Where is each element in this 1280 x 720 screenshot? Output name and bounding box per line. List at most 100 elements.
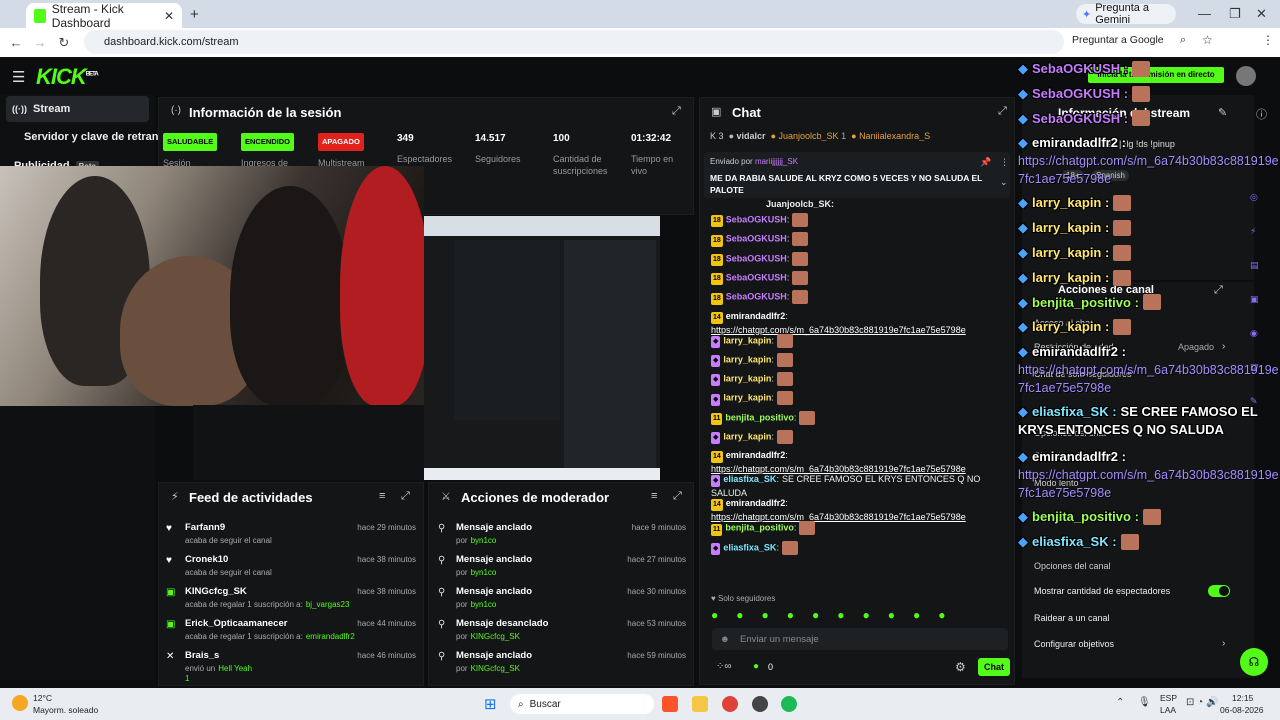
chat-message[interactable]: 14 emirandadlfr2: https://chatgpt.com/s/m_…	[711, 310, 1011, 336]
filter-icon[interactable]: ≡	[379, 490, 385, 502]
sidebar-item-server-key[interactable]: Servidor y clave de retransmi	[24, 131, 177, 143]
list-item[interactable]: ⚲ Mensaje anclado hace 59 minutos por KINGcf…	[434, 649, 688, 679]
expand-icon[interactable]: ⤢	[673, 490, 682, 503]
chat-message[interactable]: 18 SebaOGKUSH:	[711, 290, 1011, 305]
emote-bar[interactable]: ●●●●●●●●●●	[711, 608, 963, 622]
list-item-user[interactable]: Brais_s	[185, 650, 219, 661]
chat-username[interactable]: SebaOGKUSH	[726, 272, 787, 282]
chat-username[interactable]: emirandadlfr2	[726, 450, 786, 460]
chat-message[interactable]: 18 SebaOGKUSH:	[711, 270, 1011, 286]
kick-logo[interactable]: KICKBETA	[36, 64, 99, 90]
list-item[interactable]: ✕ Brais_s hace 46 minutos envió un Hell Yeah…	[164, 649, 418, 683]
more-icon[interactable]: ⋮	[1000, 157, 1009, 168]
chat-username[interactable]: benjita_positivo	[725, 523, 794, 533]
reload-icon[interactable]: ↻	[52, 35, 76, 51]
list-item-target[interactable]: bj_vargas23	[306, 600, 350, 609]
minimize-icon[interactable]: —	[1198, 6, 1211, 21]
chat-message[interactable]: 11 benjita_positivo:	[711, 521, 1011, 536]
mod-action-mod[interactable]: byn1co	[471, 600, 497, 609]
spotify-icon[interactable]	[781, 696, 797, 712]
chat-username[interactable]: SebaOGKUSH	[726, 214, 787, 224]
brave-icon[interactable]	[662, 696, 678, 712]
chat-message[interactable]: 14 emirandadlfr2: https://chatgpt.com/s/m_…	[711, 497, 1011, 523]
chat-username[interactable]: emirandadlfr2	[726, 311, 786, 321]
forward-icon[interactable]: →	[28, 35, 52, 50]
chat-message[interactable]: 14 emirandadlfr2: https://chatgpt.com/s/m_…	[711, 449, 1011, 475]
chat-username[interactable]: larry_kapin	[723, 431, 771, 441]
mod-action-mod[interactable]: KINGcfcg_SK	[471, 664, 520, 673]
tray-up-icon[interactable]: ⌃	[1116, 697, 1124, 708]
chevron-down-icon[interactable]: ⌄	[1000, 177, 1008, 188]
chat-username[interactable]: larry_kapin	[723, 393, 771, 403]
list-item-target[interactable]: emirandadlfr2	[306, 632, 355, 641]
chat-message[interactable]: 11 benjita_positivo:	[711, 410, 1011, 426]
taskbar-search[interactable]: ⌕ Buscar	[510, 694, 654, 714]
chat-username[interactable]: SebaOGKUSH	[726, 292, 787, 302]
chat-message[interactable]: ◆ eliasfixa_SK:	[711, 540, 1011, 555]
chat-username[interactable]: eliasfixa_SK	[723, 542, 776, 552]
close-tab-icon[interactable]: ✕	[164, 9, 174, 23]
chat-username[interactable]: eliasfixa_SK	[723, 474, 776, 484]
chat-input[interactable]: ☻ Enviar un mensaje	[712, 628, 1008, 650]
chat-username[interactable]: emirandadlfr2	[726, 498, 786, 508]
windows-start-icon[interactable]: ⊞	[484, 695, 497, 713]
chat-message[interactable]: 18 SebaOGKUSH:	[711, 213, 1011, 228]
top-user[interactable]: Juanjoolcb_SK	[779, 131, 839, 141]
chat-message[interactable]: ◆ eliasfixa_SK: SE CREE FAMOSO EL KRYS ENT…	[711, 473, 1011, 499]
chat-username[interactable]: SebaOGKUSH	[726, 234, 787, 244]
filter-icon[interactable]: ≡	[651, 490, 657, 502]
chat-username[interactable]: larry_kapin	[723, 373, 771, 383]
chat-message[interactable]: ◆ larry_kapin:	[711, 352, 1011, 368]
list-item-user[interactable]: Farfann9	[185, 522, 225, 533]
chat-message[interactable]: ◆ larry_kapin:	[711, 430, 1011, 445]
menu-dots-icon[interactable]: ⋮	[1262, 33, 1274, 47]
chevron-right-icon[interactable]: ›	[1222, 638, 1225, 649]
list-item[interactable]: ▣ KINGcfcg_SK hace 38 minutos acaba de rega…	[164, 585, 418, 615]
chat-tools-icon[interactable]: ⁘∞	[716, 661, 732, 672]
mod-action-mod[interactable]: byn1co	[471, 568, 497, 577]
raid-button[interactable]: Raidear a un canal	[1034, 613, 1110, 623]
folder-icon[interactable]	[692, 696, 708, 712]
gear-icon[interactable]: ⚙	[955, 660, 966, 674]
mod-action-mod[interactable]: KINGcfcg_SK	[471, 632, 520, 641]
back-icon[interactable]: ←	[4, 35, 28, 50]
expand-icon[interactable]: ⤢	[401, 490, 410, 503]
expand-icon[interactable]: ⤢	[998, 105, 1007, 118]
maximize-icon[interactable]: ❐	[1229, 6, 1241, 22]
list-item[interactable]: ♥ Cronek10 hace 38 minutos acaba de seguir …	[164, 553, 418, 583]
list-item[interactable]: ⚲ Mensaje anclado hace 9 minutos por byn1co	[434, 521, 688, 551]
chat-username[interactable]: larry_kapin	[723, 354, 771, 364]
mic-icon[interactable]: 🎙	[1138, 697, 1151, 708]
chat-username[interactable]: larry_kapin	[723, 335, 771, 345]
gemini-button[interactable]: ✦ Pregunta a Gemini	[1076, 2, 1176, 26]
list-item-user[interactable]: Cronek10	[185, 554, 228, 565]
chat-message[interactable]: ◆ larry_kapin:	[711, 333, 1011, 348]
support-headset-icon[interactable]: ☊	[1240, 648, 1268, 676]
ask-google-button[interactable]: Preguntar a Google	[1072, 34, 1164, 46]
list-item[interactable]: ⚲ Mensaje anclado hace 30 minutos por byn1co	[434, 585, 688, 615]
sidebar-item-stream[interactable]: ((·)) Stream	[6, 96, 149, 122]
list-item[interactable]: ▣ Erick_Opticaamanecer hace 44 minutos acab…	[164, 617, 418, 647]
show-viewers-toggle[interactable]	[1208, 585, 1230, 597]
list-item[interactable]: ♥ Farfann9 hace 29 minutos acaba de seguir …	[164, 521, 418, 551]
chat-username[interactable]: benjita_positivo	[725, 412, 794, 422]
send-chat-button[interactable]: Chat	[978, 658, 1010, 676]
top-user[interactable]: Naniialexandra_S	[859, 131, 930, 141]
pin-icon[interactable]: 📌	[980, 157, 991, 168]
chat-message[interactable]: ◆ larry_kapin:	[711, 372, 1011, 387]
pinned-user[interactable]: mariijjjjjj_SK	[755, 157, 798, 166]
new-tab-button[interactable]: +	[190, 6, 199, 23]
chrome-icon[interactable]	[722, 696, 738, 712]
app-icon[interactable]	[752, 696, 768, 712]
list-item-user[interactable]: Erick_Opticaamanecer	[185, 618, 287, 629]
list-item-user[interactable]: KINGcfcg_SK	[185, 586, 247, 597]
top-user[interactable]: vidalcr	[737, 131, 766, 141]
network-icon[interactable]: ⊡ ◔ 🔊	[1186, 697, 1218, 708]
bookmark-star-icon[interactable]: ☆	[1202, 33, 1213, 47]
browser-tab[interactable]: Stream - Kick Dashboard ✕	[26, 2, 182, 30]
chat-message[interactable]: 18 SebaOGKUSH:	[711, 232, 1011, 247]
address-bar[interactable]: dashboard.kick.com/stream	[84, 30, 1064, 54]
pinned-message[interactable]: Enviado por mariijjjjjj_SK 📌 ⋮ ME DA RAB…	[704, 152, 1010, 198]
lang-primary[interactable]: ESP	[1160, 693, 1177, 703]
chat-message[interactable]: ◆ larry_kapin:	[711, 391, 1011, 406]
